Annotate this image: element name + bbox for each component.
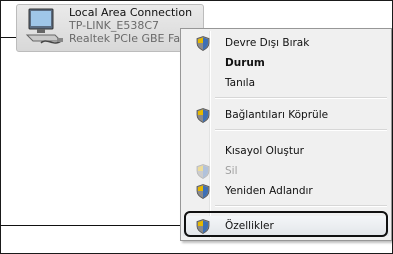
menu-item-label: Durum: [225, 57, 265, 69]
menu-separator: [215, 129, 387, 131]
network-adapter-icon: [25, 8, 63, 44]
callout-line-top: [0, 37, 16, 38]
menu-item-label: Devre Dışı Bırak: [225, 37, 310, 49]
network-connection-item[interactable]: Local Area Connection TP-LINK_E538C7 Rea…: [16, 4, 204, 52]
properties-highlight-box: [184, 211, 388, 237]
callout-line-bottom: [0, 225, 184, 226]
menu-separator: [215, 205, 387, 207]
menu-item-diagnose[interactable]: Tanıla: [183, 73, 389, 93]
shield-icon: [196, 36, 210, 51]
context-menu: Devre Dışı Bırak Durum Tanıla Bağlantıla…: [180, 28, 392, 241]
menu-item-label: Tanıla: [225, 77, 256, 89]
menu-separator: [215, 97, 387, 99]
menu-item-label: Sil: [225, 165, 238, 177]
menu-item-create-shortcut[interactable]: Kısayol Oluştur: [183, 141, 389, 161]
menu-item-delete[interactable]: Sil: [183, 161, 389, 181]
connection-name: Local Area Connection: [69, 6, 193, 19]
network-name: TP-LINK_E538C7: [69, 19, 160, 32]
menu-item-bridge-connections[interactable]: Bağlantıları Köprüle: [183, 105, 389, 125]
menu-item-label: Bağlantıları Köprüle: [225, 109, 329, 121]
menu-item-label: Yeniden Adlandır: [225, 185, 313, 197]
menu-item-status[interactable]: Durum: [183, 53, 389, 73]
shield-icon: [196, 164, 210, 179]
shield-icon: [196, 184, 210, 199]
menu-item-disable[interactable]: Devre Dışı Bırak: [183, 33, 389, 53]
menu-item-label: Kısayol Oluştur: [225, 145, 304, 157]
adapter-name: Realtek PCIe GBE Fam: [69, 32, 191, 45]
menu-item-rename[interactable]: Yeniden Adlandır: [183, 181, 389, 201]
shield-icon: [196, 108, 210, 123]
